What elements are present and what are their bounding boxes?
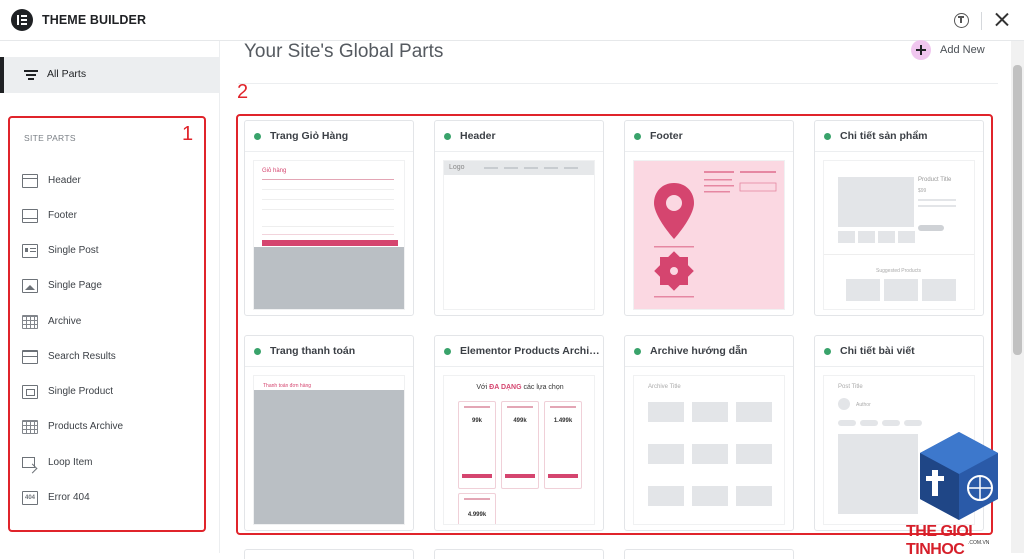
sidebar-item-label: Footer	[48, 210, 77, 221]
watermark-brand: THE GIOI TINHOC	[906, 523, 973, 558]
elementor-logo-icon	[11, 9, 33, 31]
single-page-icon	[22, 279, 38, 293]
sidebar-item-label: Search Results	[48, 351, 116, 362]
sidebar-item-all-parts[interactable]: All Parts	[0, 57, 219, 93]
brand-logo-icon	[920, 432, 998, 520]
sidebar-item-footer[interactable]: Footer	[22, 208, 192, 226]
single-product-icon	[22, 385, 38, 399]
sidebar-item-label: Error 404	[48, 492, 90, 503]
app-title: THEME BUILDER	[42, 13, 147, 27]
site-parts-title: SITE PARTS	[24, 133, 76, 143]
sidebar-item-label: Single Product	[48, 386, 114, 397]
help-icon[interactable]	[954, 13, 969, 28]
watermark-domain: .COM.VN	[968, 540, 990, 546]
add-new-label: Add New	[940, 44, 985, 56]
sidebar-item-label: Header	[48, 175, 81, 186]
sidebar-item-label: Loop Item	[48, 457, 93, 468]
close-icon[interactable]	[995, 12, 1009, 26]
archive-icon	[22, 315, 38, 329]
sidebar-item-single-product[interactable]: Single Product	[22, 384, 192, 402]
sidebar-item-single-page[interactable]: Single Page	[22, 278, 192, 296]
top-bar: THEME BUILDER	[0, 0, 1024, 41]
error-404-icon: 404	[22, 491, 38, 505]
template-card-partial[interactable]	[624, 549, 794, 559]
search-results-icon	[22, 350, 38, 364]
sidebar-item-search-results[interactable]: Search Results	[22, 349, 192, 367]
sidebar-item-archive[interactable]: Archive	[22, 314, 192, 332]
template-card-partial[interactable]	[244, 549, 414, 559]
header-icon	[22, 174, 38, 188]
loop-item-icon	[22, 456, 38, 470]
sidebar-item-label: Archive	[48, 316, 82, 327]
sidebar-item-header[interactable]: Header	[22, 173, 192, 191]
filter-icon	[24, 70, 38, 80]
title-divider	[238, 83, 998, 84]
footer-icon	[22, 209, 38, 223]
page-title: Your Site's Global Parts	[244, 41, 444, 62]
single-post-icon	[22, 244, 38, 258]
annotation-number-2: 2	[237, 81, 249, 103]
sidebar-item-label: Products Archive	[48, 421, 124, 432]
add-new-button[interactable]: Add New	[911, 40, 991, 60]
sidebar-item-products-archive[interactable]: Products Archive	[22, 419, 192, 437]
template-card-partial[interactable]	[434, 549, 604, 559]
plus-icon	[911, 40, 931, 60]
sidebar-item-label: Single Page	[48, 280, 102, 291]
annotation-box-2	[236, 114, 993, 535]
sidebar-item-error-404[interactable]: 404 Error 404	[22, 490, 192, 508]
products-archive-icon	[22, 420, 38, 434]
sidebar-item-single-post[interactable]: Single Post	[22, 243, 192, 261]
sidebar-item-loop-item[interactable]: Loop Item	[22, 455, 192, 473]
vertical-scrollbar[interactable]	[1011, 41, 1024, 553]
sidebar-item-label: Single Post	[48, 245, 99, 256]
toolbar-divider	[981, 12, 982, 30]
annotation-number-1: 1	[182, 123, 194, 145]
scrollbar-thumb[interactable]	[1013, 65, 1022, 355]
all-parts-label: All Parts	[47, 68, 87, 80]
